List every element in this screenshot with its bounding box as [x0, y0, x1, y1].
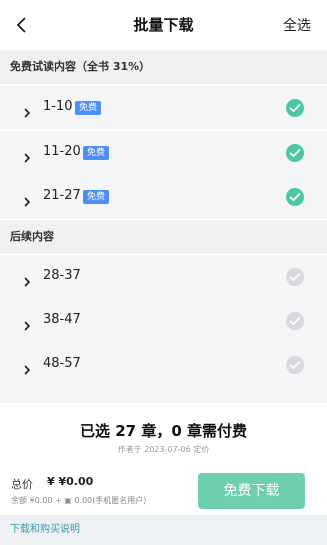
chevron-right-icon: [22, 148, 32, 163]
header-bar: 批量下载 全选: [0, 0, 327, 50]
chapter-group-row[interactable]: 38-47: [0, 299, 327, 343]
chapter-range: 11-20: [43, 144, 81, 159]
free-badge: 免费: [83, 190, 110, 204]
chapter-group-row[interactable]: 11-20 免费: [0, 131, 327, 175]
free-section-header: 免费试读内容（全书 31%）: [0, 50, 327, 84]
chevron-right-icon: [22, 103, 32, 118]
chevron-right-icon: [22, 316, 32, 331]
chapter-range: 21-27: [43, 188, 81, 203]
chevron-right-icon: [22, 360, 32, 375]
select-all-button[interactable]: 全选: [283, 15, 311, 35]
checked-icon[interactable]: [286, 99, 304, 117]
chapter-group-row[interactable]: 28-37: [0, 255, 327, 299]
chevron-right-icon: [22, 272, 32, 287]
chapter-range: 1-10: [43, 99, 73, 114]
paid-section-header: 后续内容: [0, 220, 327, 254]
chapter-group-row-partial: [0, 387, 327, 403]
unchecked-icon[interactable]: [286, 356, 304, 374]
page-title: 批量下载: [133, 16, 194, 34]
chapter-group-row[interactable]: 21-27 免费: [0, 175, 327, 219]
free-download-button[interactable]: 免费下载: [198, 473, 305, 509]
total-label: 总价: [11, 478, 33, 491]
chapter-group-row[interactable]: 1-10 免费: [0, 86, 327, 130]
selection-summary: 已选 27 章，0 章需付费: [80, 422, 247, 440]
download-help-link[interactable]: 下载和购买说明: [0, 515, 327, 545]
chapter-range: 48-57: [43, 356, 81, 371]
checked-icon[interactable]: [286, 144, 304, 162]
chapter-range: 28-37: [43, 268, 81, 283]
chapter-range: 38-47: [43, 312, 81, 327]
checked-icon[interactable]: [286, 188, 304, 206]
free-badge: 免费: [83, 146, 110, 160]
pricing-info: 作者于 2023-07-06 定价: [117, 445, 210, 454]
chevron-right-icon: [22, 192, 32, 207]
chapter-group-row[interactable]: 48-57: [0, 343, 327, 387]
unchecked-icon[interactable]: [286, 268, 304, 286]
unchecked-icon[interactable]: [286, 312, 304, 330]
total-price: ¥ ¥0.00: [47, 475, 94, 488]
free-badge: 免费: [75, 101, 102, 115]
balance-info: 余额 ¥0.00 + ▣ 0.00(手机匿名用户): [11, 496, 147, 505]
